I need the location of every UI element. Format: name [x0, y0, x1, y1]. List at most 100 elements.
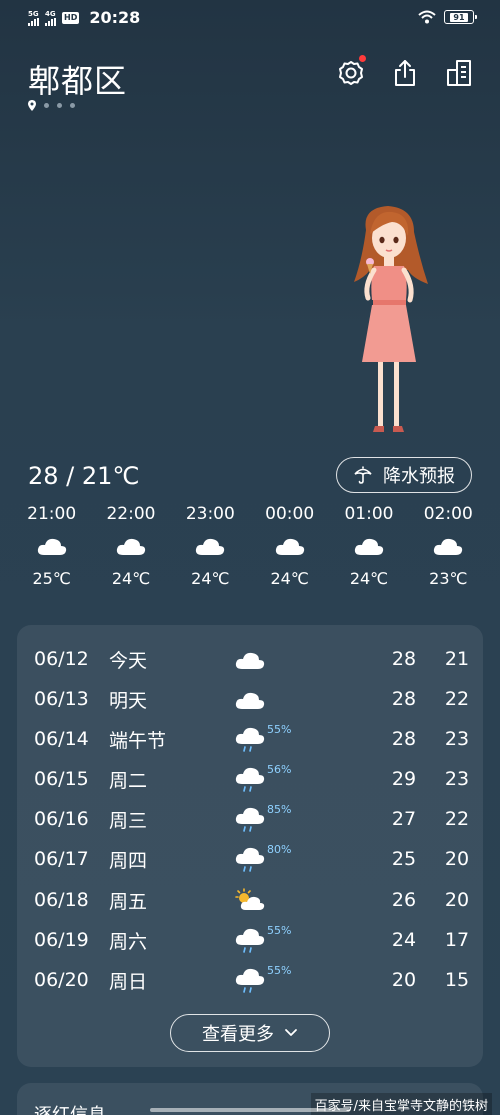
hourly-item: 21:00 25℃ [12, 503, 91, 593]
day-date: 06/20 [34, 969, 89, 991]
daily-row[interactable]: 06/12 今天 28 21 [17, 639, 483, 679]
day-high: 28 [391, 648, 417, 670]
share-button[interactable] [390, 58, 420, 88]
daily-row[interactable]: 06/14 端午节 55% 28 23 [17, 719, 483, 759]
daily-row[interactable]: 06/18 周五 26 20 [17, 880, 483, 920]
day-date: 06/18 [34, 889, 89, 911]
view-more-label: 查看更多 [202, 1024, 274, 1045]
day-name: 周六 [109, 930, 148, 953]
day-low: 23 [444, 768, 470, 790]
cloud-icon [235, 692, 265, 709]
hour-temperature: 25℃ [32, 569, 71, 588]
battery-level: 91 [450, 12, 468, 22]
day-high: 26 [391, 889, 417, 911]
day-high: 28 [391, 728, 417, 750]
day-date: 06/12 [34, 648, 89, 670]
hour-temperature: 24℃ [349, 569, 389, 588]
battery-icon: 91 [444, 10, 477, 24]
day-high: 20 [391, 969, 417, 991]
rain-icon [235, 767, 265, 792]
day-name: 周四 [109, 849, 148, 872]
settings-button[interactable] [336, 55, 366, 88]
rain-icon [235, 968, 265, 993]
hourly-item: 01:00 24℃ [329, 503, 408, 593]
5g-signal-icon: 5G [28, 10, 39, 26]
hour-temperature: 24℃ [111, 569, 151, 588]
daily-forecast-card: 06/12 今天 28 21 06/13 明天 28 22 06/14 端午节 … [17, 625, 483, 1067]
day-name: 周日 [109, 970, 148, 993]
location-pin-icon [28, 100, 36, 111]
day-date: 06/16 [34, 808, 89, 830]
status-bar: 5G 4G HD 20:28 91 [0, 0, 500, 36]
rain-icon [235, 847, 265, 872]
rain-icon [235, 727, 265, 752]
day-low: 21 [444, 648, 470, 670]
city-name[interactable]: 郫都区 [28, 56, 127, 102]
cloud-icon [37, 538, 66, 555]
hour-temperature: 24℃ [191, 569, 230, 588]
day-low: 15 [444, 969, 470, 991]
rain-icon [235, 807, 265, 832]
status-time: 20:28 [89, 8, 141, 27]
daily-row[interactable]: 06/17 周四 80% 25 20 [17, 839, 483, 879]
day-low: 22 [444, 808, 470, 830]
wifi-icon [418, 10, 436, 24]
day-high: 25 [391, 848, 417, 870]
precipitation-chance: 55% [267, 964, 292, 977]
notification-dot [359, 55, 366, 62]
day-high: 24 [391, 929, 417, 951]
hour-temperature: 23℃ [429, 569, 468, 588]
day-low: 17 [444, 929, 470, 951]
hour-time: 22:00 [106, 504, 156, 524]
rain-icon [235, 928, 265, 953]
cloud-icon [434, 538, 463, 555]
city-manage-icon [447, 60, 471, 86]
precipitation-chance: 56% [267, 763, 292, 776]
precipitation-chance: 55% [267, 924, 292, 937]
umbrella-icon [354, 466, 372, 484]
day-low: 23 [444, 728, 470, 750]
day-name: 周三 [109, 809, 148, 832]
city-page-indicator [28, 100, 75, 111]
hourly-forecast[interactable]: 21:00 25℃ 22:00 24℃ 23:00 24℃ 00:00 24℃ … [12, 503, 488, 593]
cloud-icon [196, 538, 225, 555]
home-indicator[interactable] [150, 1108, 350, 1112]
precipitation-forecast-label: 降水预报 [383, 466, 455, 487]
today-temperature-range: 28 / 21℃ [28, 462, 140, 490]
daily-row[interactable]: 06/16 周三 85% 27 22 [17, 799, 483, 839]
hour-time: 23:00 [185, 504, 235, 524]
settings-icon [339, 61, 363, 85]
day-date: 06/19 [34, 929, 89, 951]
hourly-item: 23:00 24℃ [171, 503, 250, 593]
page-dot [57, 103, 62, 108]
day-date: 06/15 [34, 768, 89, 790]
precipitation-forecast-button[interactable]: 降水预报 [336, 457, 472, 493]
day-low: 20 [444, 848, 470, 870]
precipitation-chance: 55% [267, 723, 292, 736]
hour-time: 02:00 [423, 504, 473, 524]
daily-row[interactable]: 06/20 周日 55% 20 15 [17, 960, 483, 1000]
day-name: 明天 [109, 689, 148, 712]
day-name: 端午节 [109, 729, 167, 752]
cloud-icon [235, 652, 265, 669]
share-icon [395, 60, 415, 86]
cloud-icon [275, 538, 304, 555]
page-dot [44, 103, 49, 108]
daily-row[interactable]: 06/15 周二 56% 29 23 [17, 759, 483, 799]
day-high: 29 [391, 768, 417, 790]
next-section-title: 逐红信息 [34, 1101, 106, 1115]
daily-row[interactable]: 06/19 周六 55% 24 17 [17, 920, 483, 960]
day-low: 22 [444, 688, 470, 710]
hour-time: 00:00 [265, 504, 315, 524]
hour-time: 21:00 [27, 504, 77, 524]
view-more-button[interactable]: 查看更多 [170, 1014, 330, 1052]
daily-row[interactable]: 06/13 明天 28 22 [17, 679, 483, 719]
day-high: 27 [391, 808, 417, 830]
day-high: 28 [391, 688, 417, 710]
hourly-item: 22:00 24℃ [91, 503, 170, 593]
precipitation-chance: 85% [267, 803, 292, 816]
hd-badge: HD [62, 11, 80, 24]
city-manage-button[interactable] [444, 58, 474, 88]
cloud-icon [354, 538, 384, 555]
day-name: 周五 [109, 890, 148, 913]
